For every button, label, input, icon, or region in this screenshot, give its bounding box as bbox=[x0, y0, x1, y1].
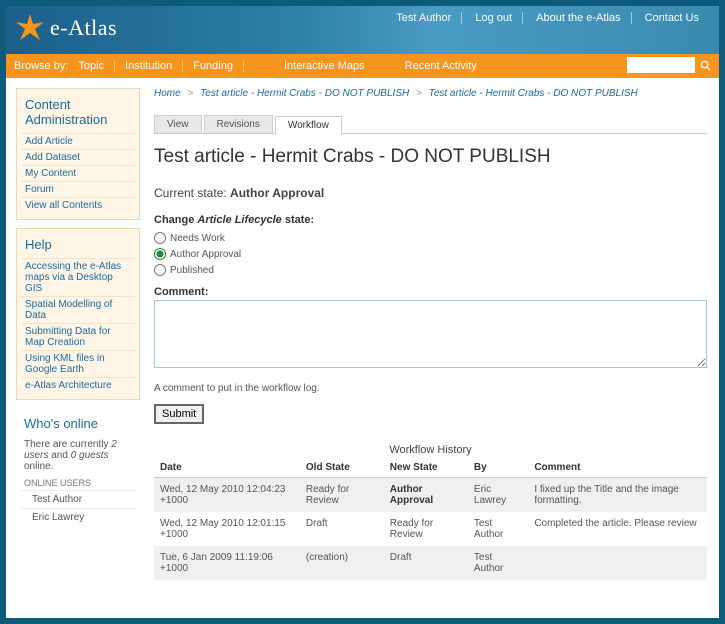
radio-label: Author Approval bbox=[170, 249, 241, 260]
radio-input[interactable] bbox=[154, 264, 166, 276]
nav-institution[interactable]: Institution bbox=[115, 60, 183, 72]
cell-new: Ready for Review bbox=[384, 512, 468, 546]
comment-textarea[interactable] bbox=[154, 300, 707, 368]
cell-comment bbox=[528, 546, 707, 580]
cell-by: Test Author bbox=[468, 546, 528, 580]
search-input[interactable] bbox=[627, 57, 695, 73]
help-block: Help Accessing the e-Atlas maps via a De… bbox=[16, 228, 140, 400]
col-header: Date bbox=[154, 458, 300, 478]
sidebar-link[interactable]: e-Atlas Architecture bbox=[21, 377, 135, 393]
sidebar: Content Administration Add Article Add D… bbox=[16, 88, 140, 598]
radio-author-approval[interactable]: Author Approval bbox=[154, 248, 707, 260]
contact-link[interactable]: Contact Us bbox=[635, 12, 709, 24]
navbar: Browse by: Topic Institution Funding Int… bbox=[6, 54, 719, 78]
search-box bbox=[627, 57, 713, 73]
breadcrumb: Home > Test article - Hermit Crabs - DO … bbox=[154, 88, 707, 99]
search-button[interactable] bbox=[697, 57, 713, 73]
sidebar-link[interactable]: View all Contents bbox=[21, 197, 135, 213]
sidebar-link[interactable]: Add Dataset bbox=[21, 149, 135, 165]
top-links: Test Author Log out About the e-Atlas Co… bbox=[386, 12, 709, 24]
online-user: Eric Lawrey bbox=[20, 508, 136, 526]
online-user: Test Author bbox=[20, 490, 136, 508]
browse-by-label: Browse by: bbox=[14, 60, 68, 72]
block-title: Help bbox=[21, 235, 135, 258]
cell-old: Draft bbox=[300, 512, 384, 546]
main-content: Home > Test article - Hermit Crabs - DO … bbox=[140, 88, 719, 598]
about-link[interactable]: About the e-Atlas bbox=[526, 12, 631, 24]
tab-revisions[interactable]: Revisions bbox=[204, 115, 273, 133]
radio-label: Needs Work bbox=[170, 233, 225, 244]
tab-workflow[interactable]: Workflow bbox=[275, 116, 342, 134]
cell-new: Draft bbox=[384, 546, 468, 580]
col-header: By bbox=[468, 458, 528, 478]
user-link[interactable]: Test Author bbox=[386, 12, 462, 24]
page-title: Test article - Hermit Crabs - DO NOT PUB… bbox=[154, 146, 707, 168]
tabs: ViewRevisionsWorkflow bbox=[154, 115, 707, 134]
cell-by: Test Author bbox=[468, 512, 528, 546]
site-title: e-Atlas bbox=[50, 15, 117, 41]
radio-published[interactable]: Published bbox=[154, 264, 707, 276]
nav-recent-activity[interactable]: Recent Activity bbox=[395, 60, 487, 72]
cell-date: Tue, 6 Jan 2009 11:19:06 +1000 bbox=[154, 546, 300, 580]
table-row: Wed, 12 May 2010 12:04:23 +1000Ready for… bbox=[154, 478, 707, 513]
header: e-Atlas Test Author Log out About the e-… bbox=[6, 6, 719, 54]
workflow-history-table: DateOld StateNew StateByComment Wed, 12 … bbox=[154, 458, 707, 580]
nav-interactive-maps[interactable]: Interactive Maps bbox=[274, 60, 375, 72]
whos-online-block: Who's online There are currently 2 users… bbox=[16, 408, 140, 532]
workflow-history-title: Workflow History bbox=[154, 444, 707, 456]
col-header: Comment bbox=[528, 458, 707, 478]
sidebar-link[interactable]: Using KML files in Google Earth bbox=[21, 350, 135, 377]
star-icon bbox=[14, 12, 46, 44]
col-header: New State bbox=[384, 458, 468, 478]
change-state-label: Change Article Lifecycle state: bbox=[154, 214, 707, 226]
radio-input[interactable] bbox=[154, 232, 166, 244]
cell-comment: I fixed up the Title and the image forma… bbox=[528, 478, 707, 513]
block-title: Who's online bbox=[20, 414, 136, 437]
sidebar-link[interactable]: Add Article bbox=[21, 133, 135, 149]
sidebar-link[interactable]: Accessing the e-Atlas maps via a Desktop… bbox=[21, 258, 135, 296]
cell-date: Wed, 12 May 2010 12:01:15 +1000 bbox=[154, 512, 300, 546]
col-header: Old State bbox=[300, 458, 384, 478]
sidebar-link[interactable]: My Content bbox=[21, 165, 135, 181]
cell-comment: Completed the article. Please review bbox=[528, 512, 707, 546]
nav-funding[interactable]: Funding bbox=[183, 60, 244, 72]
content-admin-block: Content Administration Add Article Add D… bbox=[16, 88, 140, 220]
radio-needs-work[interactable]: Needs Work bbox=[154, 232, 707, 244]
online-users-label: ONLINE USERS bbox=[20, 474, 136, 490]
breadcrumb-current: Test article - Hermit Crabs - DO NOT PUB… bbox=[429, 88, 638, 99]
breadcrumb-parent[interactable]: Test article - Hermit Crabs - DO NOT PUB… bbox=[200, 88, 409, 99]
cell-date: Wed, 12 May 2010 12:04:23 +1000 bbox=[154, 478, 300, 513]
comment-hint: A comment to put in the workflow log. bbox=[154, 383, 707, 394]
radio-label: Published bbox=[170, 265, 214, 276]
tab-view[interactable]: View bbox=[154, 115, 202, 133]
cell-by: Eric Lawrey bbox=[468, 478, 528, 513]
cell-new: Author Approval bbox=[384, 478, 468, 513]
nav-topic[interactable]: Topic bbox=[68, 60, 115, 72]
logo[interactable]: e-Atlas bbox=[14, 12, 117, 44]
table-row: Wed, 12 May 2010 12:01:15 +1000DraftRead… bbox=[154, 512, 707, 546]
sidebar-link[interactable]: Spatial Modelling of Data bbox=[21, 296, 135, 323]
table-row: Tue, 6 Jan 2009 11:19:06 +1000(creation)… bbox=[154, 546, 707, 580]
comment-label: Comment: bbox=[154, 286, 707, 298]
sidebar-link[interactable]: Submitting Data for Map Creation bbox=[21, 323, 135, 350]
search-icon bbox=[700, 60, 711, 71]
current-state: Current state: Author Approval bbox=[154, 186, 707, 200]
submit-button[interactable]: Submit bbox=[154, 404, 204, 424]
cell-old: Ready for Review bbox=[300, 478, 384, 513]
online-summary: There are currently 2 users and 0 guests… bbox=[20, 437, 136, 474]
logout-link[interactable]: Log out bbox=[465, 12, 523, 24]
block-title: Content Administration bbox=[21, 95, 135, 133]
breadcrumb-home[interactable]: Home bbox=[154, 88, 181, 99]
radio-input[interactable] bbox=[154, 248, 166, 260]
sidebar-link[interactable]: Forum bbox=[21, 181, 135, 197]
cell-old: (creation) bbox=[300, 546, 384, 580]
